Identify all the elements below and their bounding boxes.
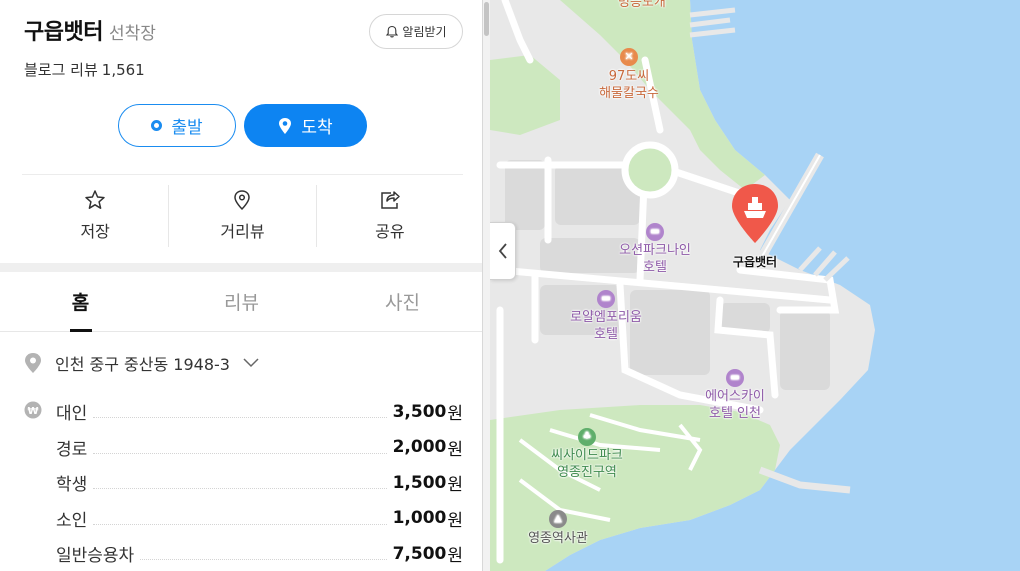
map-poi-station[interactable]: ▲ 영종역사관 [520, 510, 596, 547]
place-detail-panel: 구읍뱃터 선착장 알림받기 블로그 리뷰 1,561 출발 도착 저장 거리뷰 … [0, 0, 483, 571]
share-button-label: 공유 [375, 222, 405, 241]
blog-review-link[interactable]: 블로그 리뷰 1,561 [24, 59, 145, 80]
map-poi-hotel2-line1: 로얄엠포리움 [570, 310, 642, 325]
tab-photo[interactable]: 사진 [322, 272, 482, 331]
block [505, 160, 545, 230]
map-destination-text: 구읍뱃터 [732, 255, 778, 269]
map-poi-hotel1-line1: 오션파크나인 [619, 243, 691, 258]
origin-dot-icon [151, 120, 163, 131]
divider [22, 174, 463, 175]
price-name: 경로 [56, 439, 88, 460]
fork-knife-icon: ✕ [620, 48, 638, 66]
location-pin-icon [279, 117, 292, 134]
ferry-pin-icon [732, 184, 778, 243]
map-poi-hotel2[interactable]: ▬ 로얄엠포리움 호텔 [557, 290, 655, 343]
collapse-panel-button[interactable] [490, 222, 516, 280]
landmark-icon: ▲ [549, 510, 567, 528]
action-bar: 저장 거리뷰 공유 [22, 185, 463, 247]
streetview-button-label: 거리뷰 [220, 222, 265, 241]
blog-review-label: 블로그 리뷰 [24, 61, 98, 79]
map-poi-hotel3-line2: 호텔 인천 [709, 406, 761, 421]
tab-bar: 홈 리뷰 사진 [0, 272, 482, 332]
save-button-label: 저장 [80, 222, 110, 241]
star-icon [85, 190, 105, 209]
tab-home-label: 홈 [71, 292, 90, 314]
share-button[interactable]: 공유 [317, 185, 463, 247]
alarm-button[interactable]: 알림받기 [369, 14, 463, 49]
place-name: 구읍뱃터 [24, 20, 103, 45]
price-row: 경로 2,000 원 [56, 430, 463, 466]
arrive-button[interactable]: 도착 [244, 104, 367, 147]
depart-button-label: 출발 [171, 118, 203, 138]
streetview-pin-icon [234, 190, 251, 211]
map-label-top[interactable]: 명승도개 [618, 0, 666, 11]
chevron-left-icon [498, 243, 507, 259]
price-name: 일반승용차 [56, 546, 135, 567]
tab-review-label: 리뷰 [224, 292, 259, 314]
price-name: 대인 [56, 404, 88, 425]
address-text: 인천 중구 중산동 1948-3 [55, 355, 230, 374]
tab-photo-label: 사진 [385, 292, 420, 314]
price-value: 2,000 [392, 437, 447, 458]
section-divider [0, 263, 482, 272]
price-name: 소인 [56, 510, 88, 531]
price-unit: 원 [447, 546, 463, 567]
streetview-button[interactable]: 거리뷰 [169, 185, 317, 247]
map-poi-station-text: 영종역사관 [528, 531, 588, 546]
price-unit: 원 [447, 475, 463, 496]
map-poi-park-line1: 씨사이드파크 [551, 448, 623, 463]
roundabout [621, 141, 679, 199]
price-row: 일반승용차 7,500 원 [56, 536, 463, 571]
map-pin-icon [25, 353, 41, 373]
price-list: 대인 3,500 원 경로 2,000 원 학생 1,500 원 소인 1,000 원 일반승용… [56, 394, 463, 571]
map-poi-hotel1-line2: 호텔 [643, 260, 667, 275]
map-poi-food[interactable]: ✕ 97도씨 해물칼국수 [593, 48, 665, 102]
map-label-top-text: 명승도개 [618, 0, 666, 10]
address-row[interactable]: 인천 중구 중산동 1948-3 [24, 351, 259, 375]
map-poi-hotel2-line2: 호텔 [594, 327, 618, 342]
arrive-button-label: 도착 [301, 118, 333, 138]
map-poi-park-line2: 영종진구역 [557, 465, 617, 480]
map-poi-hotel3-line1: 에어스카이 [705, 389, 765, 404]
block [780, 310, 830, 390]
place-category: 선착장 [108, 24, 156, 44]
blog-review-count: 1,561 [101, 61, 145, 79]
price-unit: 원 [447, 510, 463, 531]
destination-marker[interactable] [730, 183, 780, 245]
price-unit: 원 [447, 404, 463, 425]
price-value: 1,000 [392, 508, 447, 529]
depart-button[interactable]: 출발 [118, 104, 236, 147]
map-poi-hotel3[interactable]: ▬ 에어스카이 호텔 인천 [690, 369, 780, 422]
price-row: 학생 1,500 원 [56, 465, 463, 501]
panel-scrollbar[interactable] [483, 0, 490, 571]
tree-icon: ♣ [578, 428, 596, 446]
price-value: 1,500 [392, 472, 447, 493]
tab-review[interactable]: 리뷰 [161, 272, 322, 331]
share-icon [381, 191, 400, 209]
price-value: 3,500 [392, 401, 447, 422]
scrollbar-thumb[interactable] [484, 2, 489, 36]
map-poi-hotel1[interactable]: ▬ 오션파크나인 호텔 [605, 223, 705, 276]
bell-icon [386, 25, 399, 37]
price-unit: 원 [447, 439, 463, 460]
map-poi-park[interactable]: ♣ 씨사이드파크 영종진구역 [540, 428, 634, 481]
price-row: 소인 1,000 원 [56, 501, 463, 537]
hotel-icon: ▬ [597, 290, 615, 308]
map-poi-food-line2: 해물칼국수 [599, 86, 659, 101]
svg-text:₩: ₩ [27, 406, 38, 417]
price-value: 7,500 [392, 543, 447, 564]
hotel-icon: ▬ [726, 369, 744, 387]
alarm-button-label: 알림받기 [402, 25, 447, 39]
map-poi-food-line1: 97도씨 [608, 69, 650, 84]
tab-home[interactable]: 홈 [0, 272, 161, 332]
map-destination-label[interactable]: 구읍뱃터 [722, 254, 788, 271]
price-name: 학생 [56, 475, 88, 496]
hotel-icon: ▬ [646, 223, 664, 241]
save-button[interactable]: 저장 [22, 185, 170, 247]
won-icon: ₩ [24, 401, 42, 423]
chevron-down-icon [243, 358, 259, 368]
price-row: 대인 3,500 원 [56, 394, 463, 430]
